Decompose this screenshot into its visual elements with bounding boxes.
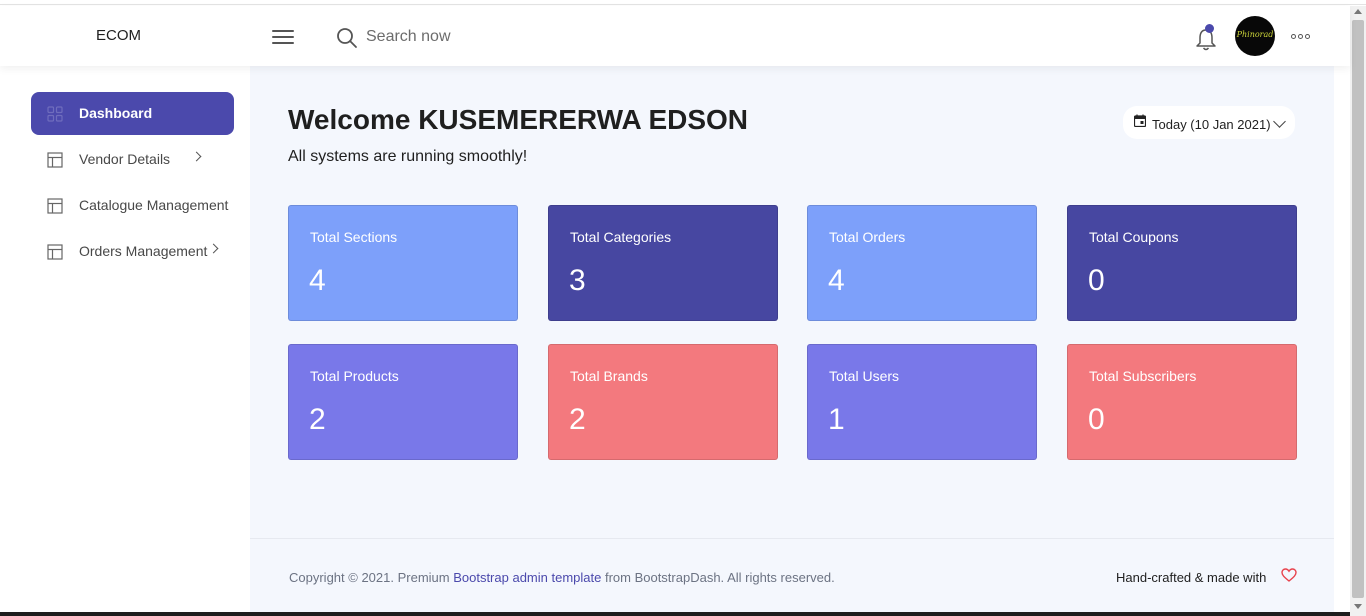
stat-card-total-orders[interactable]: Total Orders 4 — [807, 205, 1037, 321]
bootstrap-template-link[interactable]: Bootstrap admin template — [453, 570, 601, 585]
vertical-scrollbar[interactable] — [1350, 6, 1366, 616]
taskbar-edge — [0, 612, 1350, 616]
stat-card-total-brands[interactable]: Total Brands 2 — [548, 344, 778, 460]
avatar[interactable]: Phinorad — [1235, 16, 1275, 56]
stat-card-total-sections[interactable]: Total Sections 4 — [288, 205, 518, 321]
sidebar-item-dashboard[interactable]: Dashboard — [31, 92, 234, 135]
search-input[interactable] — [366, 24, 626, 50]
sidebar-item-orders-management[interactable]: Orders Management — [31, 230, 234, 273]
chevron-right-icon — [208, 243, 219, 254]
card-title: Total Categories — [570, 229, 672, 245]
content-right-margin — [1334, 66, 1350, 616]
card-title: Total Subscribers — [1089, 368, 1197, 384]
card-value: 2 — [309, 403, 326, 436]
layout-icon — [47, 152, 63, 168]
notification-badge — [1205, 24, 1214, 33]
card-title: Total Users — [829, 368, 900, 384]
page-subtitle: All systems are running smoothly! — [288, 148, 528, 165]
sidebar-item-label: Dashboard — [79, 105, 153, 121]
calendar-icon — [1134, 114, 1146, 127]
page-title: Welcome KUSEMERERWA EDSON — [288, 104, 749, 135]
stat-card-total-categories[interactable]: Total Categories 3 — [548, 205, 778, 321]
card-title: Total Brands — [570, 368, 648, 384]
main-content: Welcome KUSEMERERWA EDSON All systems ar… — [250, 66, 1334, 616]
card-value: 4 — [828, 264, 845, 297]
avatar-logo-text: Phinorad — [1236, 30, 1274, 39]
heart-icon — [1281, 568, 1297, 582]
sidebar: Dashboard Vendor Details Catalogue Manag… — [0, 66, 250, 616]
layout-icon — [47, 244, 63, 260]
search-icon — [337, 28, 357, 48]
chevron-right-icon — [191, 151, 202, 162]
card-value: 0 — [1088, 264, 1105, 297]
stat-card-total-users[interactable]: Total Users 1 — [807, 344, 1037, 460]
stat-card-total-coupons[interactable]: Total Coupons 0 — [1067, 205, 1297, 321]
date-dropdown-button[interactable]: Today (10 Jan 2021) — [1123, 106, 1295, 139]
card-title: Total Coupons — [1089, 229, 1179, 245]
sidebar-item-label: Catalogue Management — [79, 197, 229, 213]
card-title: Total Products — [310, 368, 399, 384]
sidebar-item-vendor-details[interactable]: Vendor Details — [31, 138, 234, 181]
scrollbar-thumb[interactable] — [1352, 20, 1364, 598]
stat-card-total-subscribers[interactable]: Total Subscribers 0 — [1067, 344, 1297, 460]
card-value: 1 — [828, 403, 845, 436]
card-title: Total Sections — [310, 229, 398, 245]
card-value: 3 — [569, 264, 586, 297]
stat-card-total-products[interactable]: Total Products 2 — [288, 344, 518, 460]
chevron-down-icon — [1273, 115, 1286, 128]
card-value: 2 — [569, 403, 586, 436]
date-label: Today (10 Jan 2021) — [1152, 117, 1271, 132]
more-options-icon[interactable] — [1291, 34, 1311, 40]
card-title: Total Orders — [829, 229, 906, 245]
card-value: 4 — [309, 264, 326, 297]
copyright-suffix: from BootstrapDash. All rights reserved. — [601, 570, 835, 585]
grid-icon — [47, 106, 63, 122]
top-navbar: ECOM Phinorad — [0, 6, 1350, 66]
footer-copyright: Copyright © 2021. Premium Bootstrap admi… — [289, 570, 835, 585]
scroll-up-arrow-icon[interactable] — [1354, 9, 1362, 14]
sidebar-item-label: Vendor Details — [79, 151, 171, 167]
copyright-prefix: Copyright © 2021. Premium — [289, 570, 454, 585]
menu-toggle-icon[interactable] — [272, 30, 294, 46]
card-value: 0 — [1088, 403, 1105, 436]
sidebar-item-label: Orders Management — [79, 243, 208, 259]
footer-handcrafted: Hand-crafted & made with — [1116, 570, 1267, 585]
layout-icon — [47, 198, 63, 214]
browser-top-strip — [0, 0, 1366, 5]
footer-divider — [250, 538, 1334, 539]
sidebar-item-catalogue-management[interactable]: Catalogue Management — [31, 184, 234, 227]
brand-logo[interactable]: ECOM — [96, 27, 141, 44]
scroll-down-arrow-icon[interactable] — [1354, 604, 1362, 609]
